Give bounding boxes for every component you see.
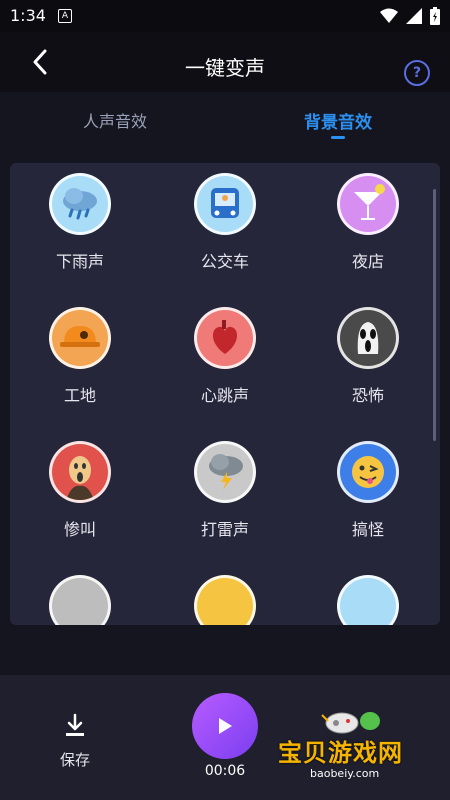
panel-scrollbar[interactable] bbox=[433, 189, 436, 441]
effect-nightclub[interactable]: 夜店 bbox=[298, 173, 438, 272]
download-icon bbox=[66, 713, 84, 736]
effect-partial-2[interactable] bbox=[155, 575, 295, 625]
effect-label: 心跳声 bbox=[200, 386, 249, 405]
status-icons bbox=[380, 7, 440, 25]
play-button[interactable] bbox=[192, 693, 258, 759]
tab-voice-effects[interactable]: 人声音效 bbox=[83, 108, 147, 132]
scream-icon bbox=[49, 441, 111, 503]
effect-bus[interactable]: 公交车 bbox=[155, 173, 295, 272]
effect-label: 下雨声 bbox=[55, 252, 104, 271]
notification-a-icon: A bbox=[58, 9, 72, 23]
partial-effect-icon bbox=[194, 575, 256, 625]
save-button[interactable]: 保存 bbox=[55, 713, 95, 770]
effect-rain[interactable]: 下雨声 bbox=[10, 173, 150, 272]
effect-partial-1[interactable] bbox=[10, 575, 150, 625]
status-time: 1:34 bbox=[10, 6, 46, 25]
effect-label: 恐怖 bbox=[351, 386, 384, 405]
effect-label: 惨叫 bbox=[63, 520, 96, 539]
app-bar: 一键变声 ? bbox=[0, 32, 450, 92]
page-title: 一键变声 bbox=[185, 56, 265, 80]
effects-panel: 下雨声 公交车 夜店 工地 心跳声 恐怖 惨叫 打雷声 搞怪 bbox=[10, 163, 440, 625]
effect-construction[interactable]: 工地 bbox=[10, 307, 150, 406]
playback-time: 00:06 bbox=[204, 763, 246, 779]
battery-icon bbox=[430, 7, 440, 25]
rain-cloud-icon bbox=[49, 173, 111, 235]
cocktail-icon bbox=[337, 173, 399, 235]
partial-effect-icon bbox=[49, 575, 111, 625]
tab-bar: 人声音效 背景音效 bbox=[0, 92, 450, 148]
play-icon bbox=[219, 718, 232, 734]
effect-label: 公交车 bbox=[200, 252, 249, 271]
active-tab-indicator bbox=[331, 136, 345, 139]
watermark: 宝贝游戏网 baobeiy.com bbox=[278, 707, 428, 787]
effect-funny[interactable]: 搞怪 bbox=[298, 441, 438, 540]
effect-label: 搞怪 bbox=[351, 520, 384, 539]
tab-background-effects[interactable]: 背景音效 bbox=[304, 108, 372, 133]
help-icon[interactable]: ? bbox=[404, 60, 430, 86]
signal-icon bbox=[406, 8, 422, 24]
effect-label: 打雷声 bbox=[200, 520, 249, 539]
bus-icon bbox=[194, 173, 256, 235]
effect-horror[interactable]: 恐怖 bbox=[298, 307, 438, 406]
watermark-url: baobeiy.com bbox=[310, 767, 380, 780]
funny-face-icon bbox=[337, 441, 399, 503]
effect-partial-3[interactable] bbox=[298, 575, 438, 625]
status-bar: 1:34 A bbox=[0, 0, 450, 32]
effect-label: 夜店 bbox=[351, 252, 384, 271]
partial-effect-icon bbox=[337, 575, 399, 625]
effect-scream[interactable]: 惨叫 bbox=[10, 441, 150, 540]
heart-icon bbox=[194, 307, 256, 369]
effect-label: 工地 bbox=[63, 386, 96, 405]
thunder-cloud-icon bbox=[194, 441, 256, 503]
effect-heartbeat[interactable]: 心跳声 bbox=[155, 307, 295, 406]
bottom-bar: 保存 00:06 宝贝游戏网 baobeiy.com bbox=[0, 675, 450, 800]
watermark-text: 宝贝游戏网 bbox=[278, 739, 403, 767]
hard-hat-icon bbox=[49, 307, 111, 369]
effect-thunder[interactable]: 打雷声 bbox=[155, 441, 295, 540]
save-label: 保存 bbox=[59, 751, 90, 769]
ghost-mask-icon bbox=[337, 307, 399, 369]
wifi-icon bbox=[380, 8, 398, 23]
